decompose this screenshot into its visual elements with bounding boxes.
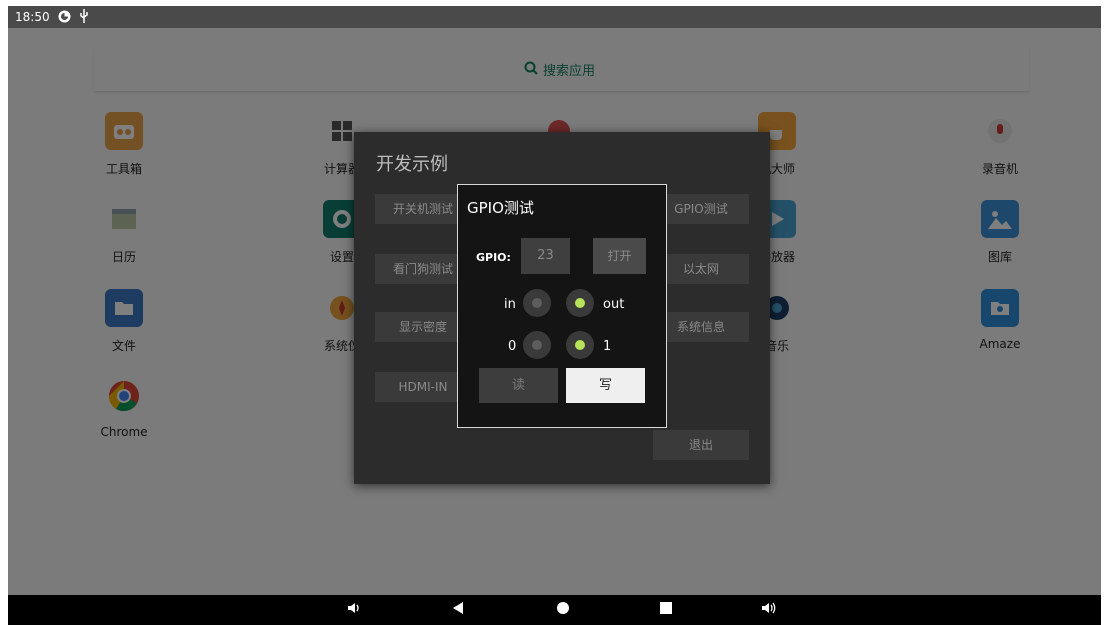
write-button[interactable]: 写 — [566, 368, 645, 403]
android-screen: 18:50 搜索应用 工具箱 计算器 — [8, 6, 1101, 625]
out-radio[interactable] — [566, 289, 594, 317]
gpio-number-input[interactable]: 23 — [521, 238, 570, 274]
gpio-test-button[interactable]: GPIO测试 — [653, 194, 749, 224]
status-bar: 18:50 — [8, 6, 1101, 28]
system-info-button[interactable]: 系统信息 — [653, 312, 749, 342]
android-debug-icon — [58, 10, 71, 26]
volume-up-icon[interactable] — [760, 600, 778, 620]
recents-icon[interactable] — [659, 600, 673, 619]
usb-icon — [79, 9, 89, 26]
back-icon[interactable] — [451, 600, 465, 620]
home-icon[interactable] — [555, 600, 571, 620]
dialog-title: 开发示例 — [376, 154, 448, 175]
gpio-test-dialog: GPIO测试 GPIO: 23 打开 in out 0 1 读 写 — [457, 184, 667, 428]
zero-label: 0 — [508, 339, 517, 354]
level-zero-radio[interactable] — [523, 331, 551, 359]
gpio-label: GPIO: — [476, 251, 511, 264]
clock: 18:50 — [15, 10, 50, 24]
open-button[interactable]: 打开 — [593, 238, 646, 274]
in-radio[interactable] — [523, 289, 551, 317]
read-button[interactable]: 读 — [479, 368, 558, 403]
one-label: 1 — [603, 339, 612, 354]
gpio-dialog-title: GPIO测试 — [467, 199, 534, 217]
ethernet-button[interactable]: 以太网 — [653, 254, 749, 284]
in-label: in — [504, 297, 516, 312]
navigation-bar — [8, 595, 1101, 625]
volume-down-icon[interactable] — [346, 600, 362, 620]
out-label: out — [603, 297, 625, 312]
level-one-radio[interactable] — [566, 331, 594, 359]
exit-button[interactable]: 退出 — [653, 430, 749, 460]
